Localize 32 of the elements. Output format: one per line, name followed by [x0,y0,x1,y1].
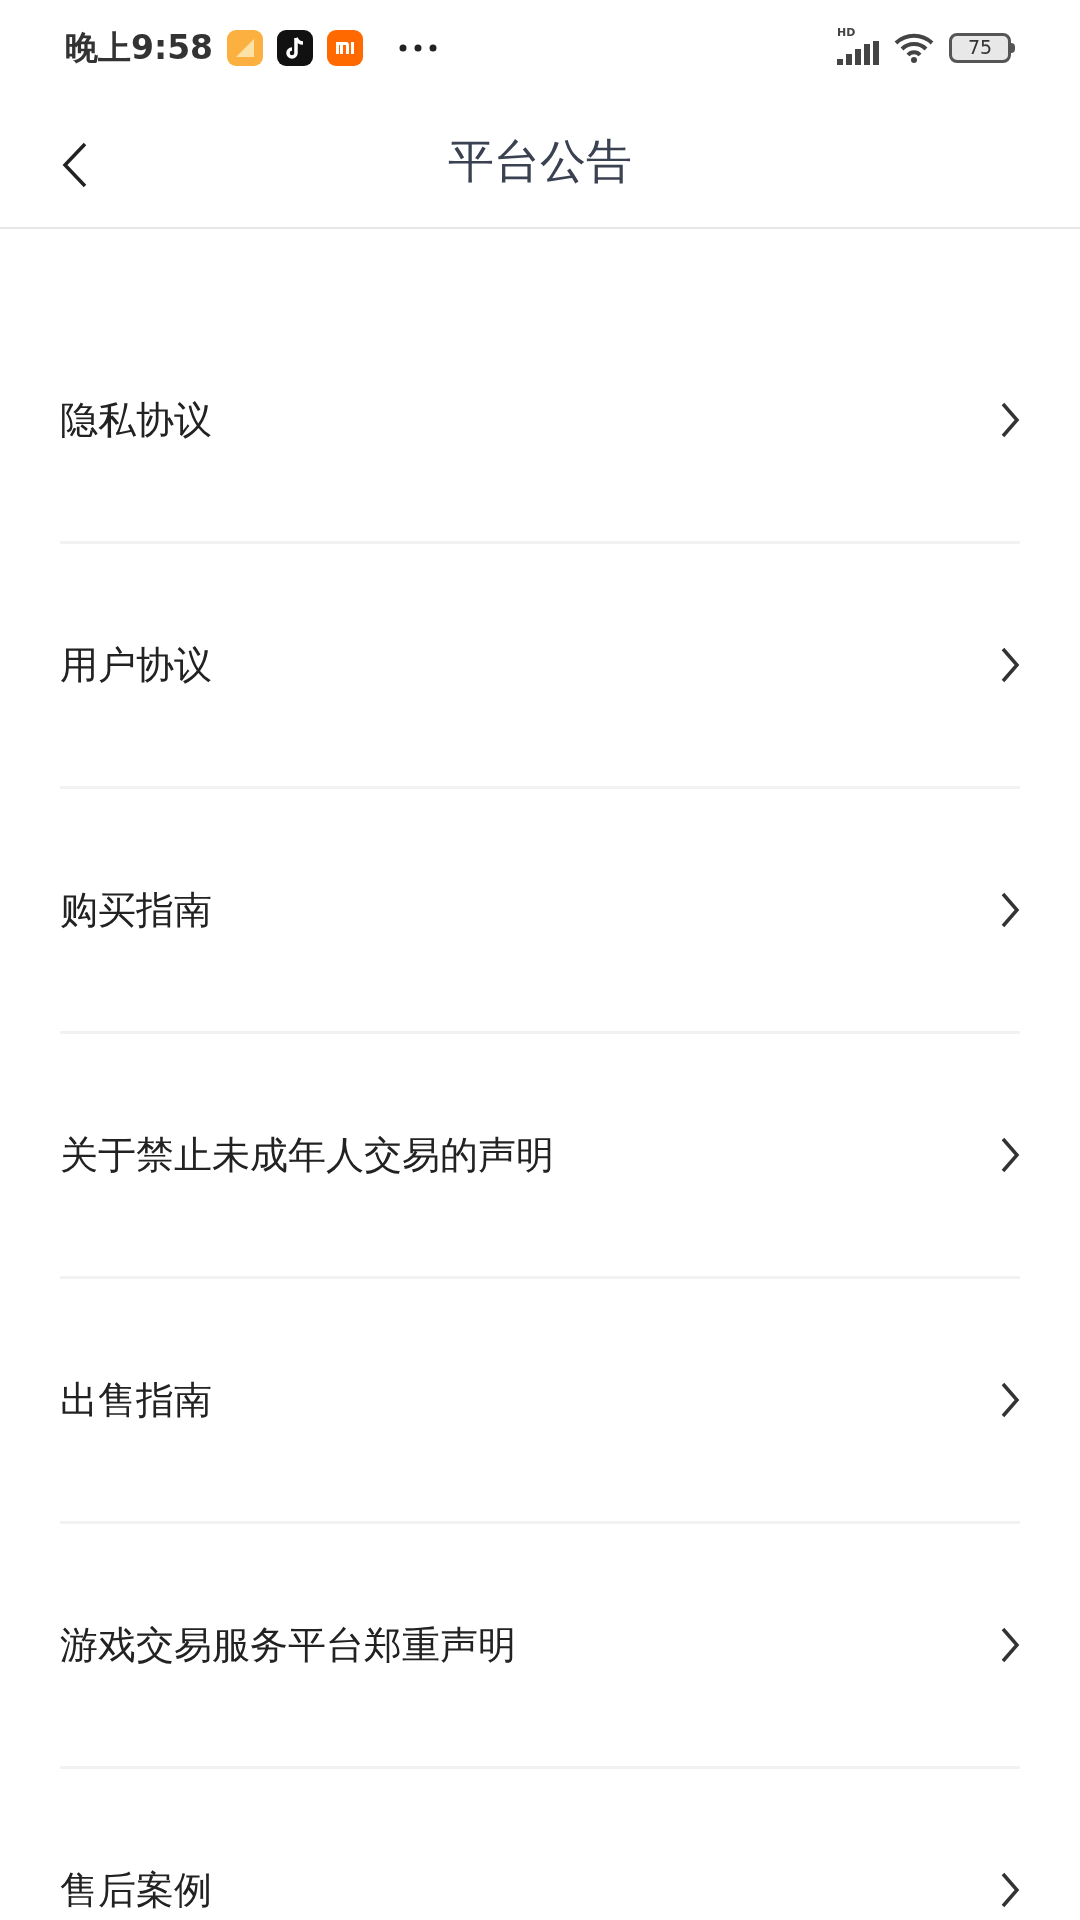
chevron-right-icon [1000,402,1020,438]
gallery-app-icon [227,29,264,66]
network-label: HD [837,26,856,38]
menu-item[interactable]: 关于禁止未成年人交易的声明 [60,1034,1020,1279]
menu-item-label: 售后案例 [60,1866,212,1914]
chevron-right-icon [1000,1872,1020,1908]
menu-item-label: 出售指南 [60,1376,212,1424]
chevron-right-icon [1000,1137,1020,1173]
menu-item[interactable]: 隐私协议 [60,299,1020,544]
chevron-right-icon [1000,1382,1020,1418]
signal-icon [837,40,879,65]
menu-item-label: 关于禁止未成年人交易的声明 [60,1131,554,1179]
menu-item-label: 游戏交易服务平台郑重声明 [60,1621,516,1669]
menu-item[interactable]: 购买指南 [60,789,1020,1034]
music-note-app-icon [277,29,314,66]
page-title: 平台公告 [448,132,632,190]
menu-item[interactable]: 出售指南 [60,1279,1020,1524]
menu-item[interactable]: 游戏交易服务平台郑重声明 [60,1524,1020,1769]
menu-item-label: 购买指南 [60,886,212,934]
chevron-right-icon [1000,647,1020,683]
app-logo-icon [327,29,364,66]
menu-item[interactable]: 用户协议 [60,544,1020,789]
more-icon [399,43,438,52]
menu-item-label: 用户协议 [60,641,212,689]
back-icon [62,142,88,188]
menu-item-label: 隐私协议 [60,396,212,444]
wifi-icon [893,31,935,64]
chevron-right-icon [1000,892,1020,928]
battery-level: 75 [967,38,993,57]
chevron-right-icon [1000,1627,1020,1663]
menu-item[interactable]: 售后案例 [60,1769,1020,1918]
status-time: 晚上9:58 [65,26,214,69]
